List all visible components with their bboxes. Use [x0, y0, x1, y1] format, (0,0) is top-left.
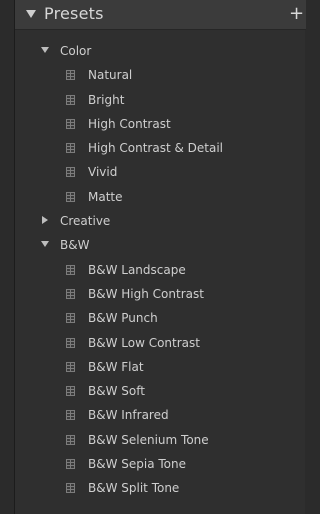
preset-label: Vivid — [88, 165, 118, 180]
preset-label: Bright — [88, 92, 125, 107]
preset-list-icon — [66, 337, 75, 348]
preset-label: High Contrast — [88, 116, 171, 131]
plus-icon[interactable]: + — [289, 5, 305, 23]
folder-color[interactable]: Color — [15, 39, 306, 63]
preset-label: B&W Infrared — [88, 408, 169, 423]
folder-label: Creative — [60, 214, 111, 229]
preset-list-icon — [66, 191, 75, 202]
preset-item[interactable]: Natural — [15, 63, 306, 87]
preset-label: B&W Punch — [88, 311, 158, 326]
preset-list-icon — [66, 143, 75, 154]
panel-collapse-triangle-icon[interactable] — [26, 10, 36, 18]
panel-title: Presets — [44, 4, 104, 23]
preset-list-icon — [66, 94, 75, 105]
preset-label: Matte — [88, 189, 123, 204]
preset-item[interactable]: B&W Infrared — [15, 403, 306, 427]
preset-list-icon — [66, 264, 75, 275]
triangle-down-icon[interactable] — [41, 241, 49, 248]
preset-item[interactable]: B&W Punch — [15, 306, 306, 330]
preset-label: Natural — [88, 68, 133, 83]
preset-item[interactable]: B&W Split Tone — [15, 476, 306, 500]
preset-item[interactable]: B&W Selenium Tone — [15, 428, 306, 452]
preset-tree: Color Natural Bright High Contrast High … — [15, 39, 306, 501]
preset-item[interactable]: Matte — [15, 185, 306, 209]
folder-label: Color — [60, 44, 92, 58]
preset-label: B&W Selenium Tone — [88, 432, 209, 447]
preset-item[interactable]: B&W Landscape — [15, 258, 306, 282]
folder-label: B&W — [60, 238, 90, 253]
preset-list-icon — [66, 70, 75, 81]
preset-list-icon — [66, 167, 75, 178]
preset-label: B&W Split Tone — [88, 481, 180, 496]
preset-label: B&W Low Contrast — [88, 335, 200, 350]
preset-item[interactable]: B&W Sepia Tone — [15, 452, 306, 476]
preset-label: B&W Flat — [88, 359, 144, 374]
preset-list-icon — [66, 386, 75, 397]
preset-label: B&W Landscape — [88, 262, 186, 277]
preset-label: B&W Soft — [88, 384, 145, 399]
preset-item[interactable]: B&W Low Contrast — [15, 331, 306, 355]
presets-header[interactable]: Presets + — [15, 0, 306, 30]
preset-item[interactable]: Vivid — [15, 160, 306, 184]
triangle-down-icon[interactable] — [41, 47, 49, 53]
preset-item[interactable]: High Contrast — [15, 112, 306, 136]
preset-label: High Contrast & Detail — [88, 141, 224, 156]
preset-list-icon — [66, 459, 75, 470]
preset-item[interactable]: High Contrast & Detail — [15, 136, 306, 160]
preset-list-icon — [66, 410, 75, 421]
preset-list-icon — [66, 434, 75, 445]
preset-item[interactable]: B&W High Contrast — [15, 282, 306, 306]
preset-list-icon — [66, 313, 75, 324]
preset-label: B&W High Contrast — [88, 286, 204, 301]
folder-bw[interactable]: B&W — [15, 233, 306, 257]
preset-item[interactable]: B&W Flat — [15, 355, 306, 379]
folder-creative[interactable]: Creative — [15, 209, 306, 233]
preset-list-icon — [66, 483, 75, 494]
preset-label: B&W Sepia Tone — [88, 457, 187, 472]
preset-item[interactable]: B&W Soft — [15, 379, 306, 403]
preset-list-icon — [66, 288, 75, 299]
presets-panel: Presets + Color Natural Bright High Cont… — [14, 0, 306, 514]
triangle-right-icon[interactable] — [42, 216, 48, 225]
preset-item[interactable]: Bright — [15, 88, 306, 112]
preset-list-icon — [66, 361, 75, 372]
preset-list-icon — [66, 118, 75, 129]
